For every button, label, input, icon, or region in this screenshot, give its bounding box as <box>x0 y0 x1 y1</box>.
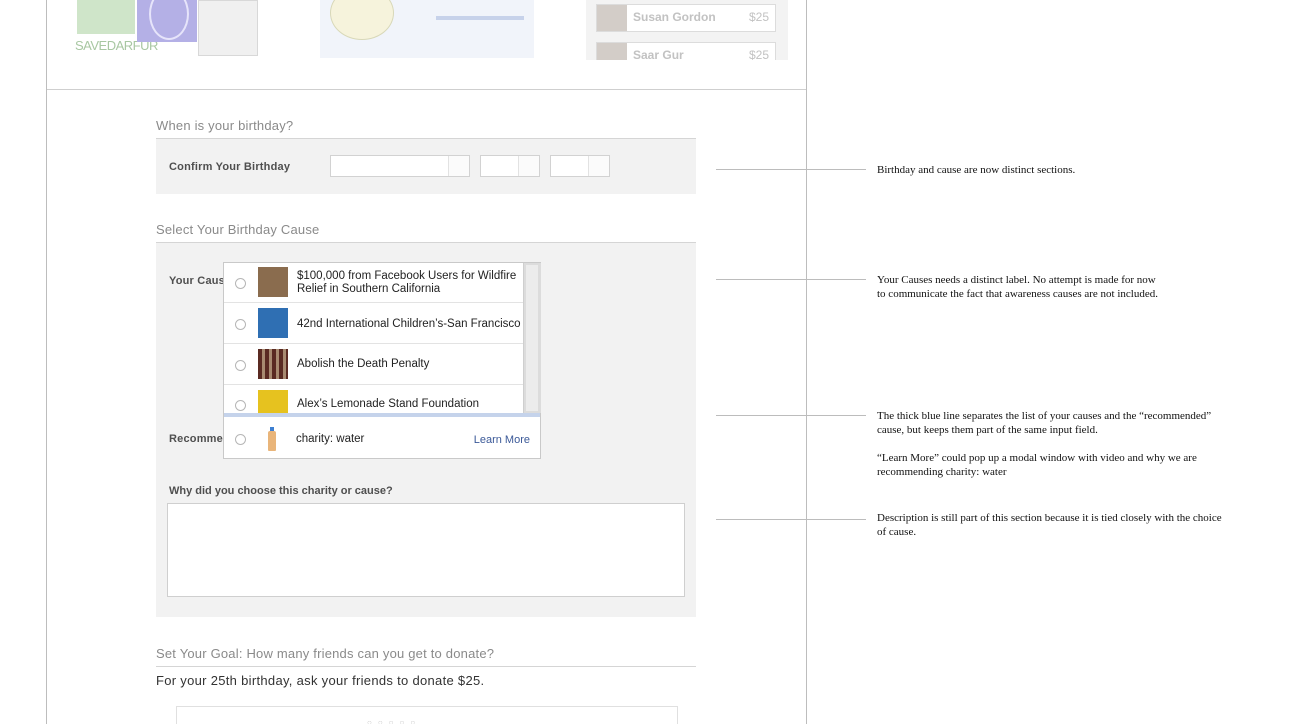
annotation-birthday-sections: Birthday and cause are now distinct sect… <box>877 163 1075 177</box>
annotation-leader-line <box>716 169 866 170</box>
annotation-description: Description is still part of this sectio… <box>877 511 1222 539</box>
cause-radio[interactable] <box>235 360 246 371</box>
annotation-line: The thick blue line separates the list o… <box>877 410 1212 422</box>
your-causes-list: $100,000 from Facebook Users for Wildfir… <box>224 263 524 413</box>
children-photo-icon <box>258 308 288 338</box>
annotation-line: cause, but keeps them part of the same i… <box>877 424 1098 436</box>
cause-option[interactable]: 42nd International Children’s-San Franci… <box>224 304 524 344</box>
annotation-line: “Learn More” could pop up a modal window… <box>877 452 1197 464</box>
cause-title: 42nd International Children’s-San Franci… <box>297 318 521 330</box>
avatar <box>597 43 627 60</box>
donor-list: Susan Gordon $25 Saar Gur $25 <box>586 0 788 60</box>
cause-section-title: Select Your Birthday Cause <box>156 222 696 243</box>
recommended-cause-radio[interactable] <box>235 434 246 445</box>
donor-name: Saar Gur <box>633 48 684 60</box>
why-choose-label: Why did you choose this charity or cause… <box>169 485 393 497</box>
wildfire-photo-icon <box>258 267 288 297</box>
save-darfur-logo-mark <box>77 0 135 34</box>
birthday-panel: Confirm Your Birthday <box>156 139 696 194</box>
gray-cause-thumbnail <box>198 0 258 56</box>
cause-radio[interactable] <box>235 400 246 411</box>
learn-more-link[interactable]: Learn More <box>474 434 530 446</box>
water-bottle-icon <box>268 427 276 451</box>
birthday-day-select[interactable] <box>480 155 540 177</box>
chevron-down-icon <box>518 156 539 176</box>
prison-bars-photo-icon <box>258 349 288 379</box>
annotation-your-causes-label: Your Causes needs a distinct label. No a… <box>877 273 1158 301</box>
scrollbar-thumb[interactable] <box>526 265 538 411</box>
goal-dots: ○○○○○ <box>367 718 422 724</box>
progress-bar <box>436 16 524 20</box>
cause-option[interactable]: $100,000 from Facebook Users for Wildfir… <box>224 263 524 303</box>
annotation-line: Your Causes needs a distinct label. No a… <box>877 274 1156 286</box>
annotation-blue-line: The thick blue line separates the list o… <box>877 409 1211 437</box>
annotation-line: to communicate the fact that awareness c… <box>877 288 1158 300</box>
goal-description: For your 25th birthday, ask your friends… <box>156 673 485 688</box>
donor-row: Saar Gur $25 <box>596 42 776 60</box>
chevron-down-icon <box>448 156 469 176</box>
annotation-line: recommending charity: water <box>877 466 1007 478</box>
recommended-cause-option[interactable]: charity: water Learn More <box>224 417 540 459</box>
birthday-cake-banner <box>320 0 534 58</box>
birthday-section-title: When is your birthday? <box>156 118 696 139</box>
avatar <box>597 5 627 31</box>
save-darfur-logo: SAVEDARFUR <box>75 0 158 56</box>
annotation-line: Description is still part of this sectio… <box>877 512 1222 524</box>
birthday-month-select[interactable] <box>330 155 470 177</box>
cause-title: Alex’s Lemonade Stand Foundation <box>297 398 480 410</box>
cause-select-field: $100,000 from Facebook Users for Wildfir… <box>223 262 541 459</box>
confirm-birthday-label: Confirm Your Birthday <box>169 161 291 173</box>
birthday-year-select[interactable] <box>550 155 610 177</box>
cause-radio[interactable] <box>235 319 246 330</box>
cause-title: $100,000 from Facebook Users for Wildfir… <box>297 270 517 295</box>
cause-title: Abolish the Death Penalty <box>297 358 430 370</box>
annotation-learn-more: “Learn More” could pop up a modal window… <box>877 451 1197 479</box>
mockup-frame: SAVEDARFUR Susan Gordon $25 Saar Gur $25… <box>46 0 807 724</box>
goal-section-title: Set Your Goal: How many friends can you … <box>156 646 696 667</box>
annotation-line: of cause. <box>877 526 917 538</box>
purple-cause-logo <box>137 0 197 42</box>
annotation-leader-line <box>716 279 866 280</box>
lemonade-logo-icon <box>258 390 288 413</box>
annotation-leader-line <box>716 415 866 416</box>
top-strip: SAVEDARFUR Susan Gordon $25 Saar Gur $25 <box>47 0 806 90</box>
annotation-leader-line <box>716 519 866 520</box>
recommended-cause-name: charity: water <box>296 433 365 445</box>
donor-name: Susan Gordon <box>633 10 716 24</box>
cause-radio[interactable] <box>235 278 246 289</box>
chevron-down-icon <box>588 156 609 176</box>
goal-selector[interactable]: ○○○○○ <box>176 706 678 724</box>
donor-amount: $25 <box>748 10 769 24</box>
donor-amount: $25 <box>748 48 769 60</box>
cake-icon <box>330 0 394 40</box>
annotation-line: Birthday and cause are now distinct sect… <box>877 164 1076 176</box>
cause-option[interactable]: Alex’s Lemonade Stand Foundation <box>224 386 524 413</box>
cause-option[interactable]: Abolish the Death Penalty <box>224 345 524 385</box>
donor-row: Susan Gordon $25 <box>596 4 776 32</box>
cause-list-scrollbar[interactable] <box>523 263 541 413</box>
why-choose-textarea[interactable] <box>167 503 685 597</box>
